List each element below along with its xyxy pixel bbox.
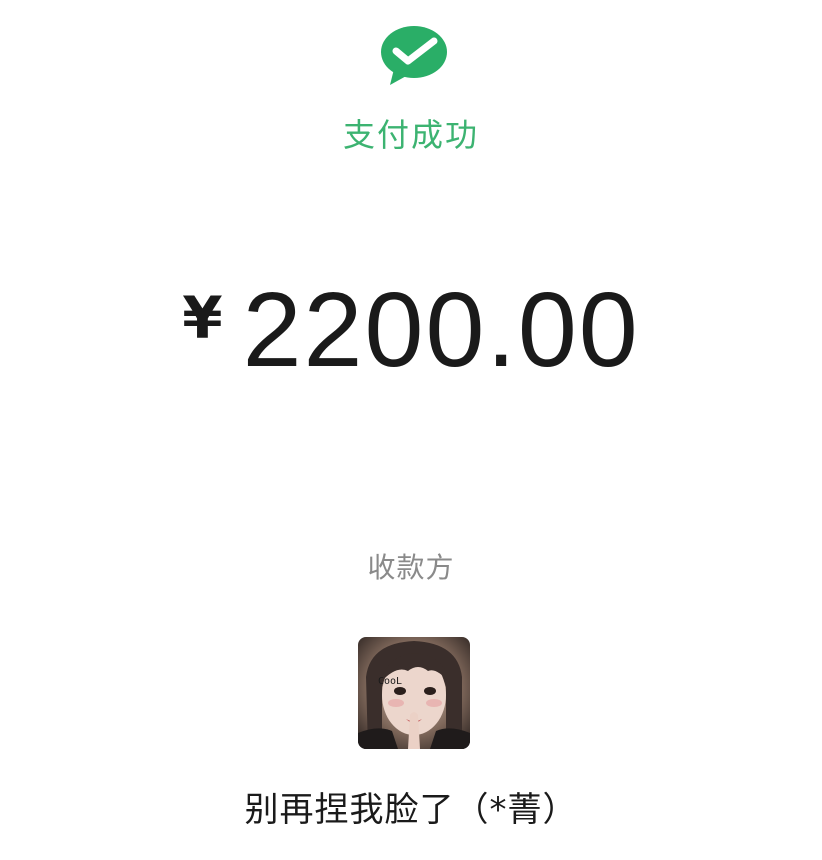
payee-avatar[interactable]: CooL [358,637,470,749]
wechat-pay-success-icon [381,26,447,85]
avatar-overlay-text: CooL [378,676,402,687]
payee-name: 别再捏我脸了（*菁） [244,790,578,830]
payment-success-screen: 支付成功 ¥2200.00 收款方 CooL 别再捏我脸了（*菁） [0,0,822,860]
payee-label: 收款方 [367,551,455,584]
currency-symbol: ¥ [182,284,223,352]
payment-status-text: 支付成功 [342,116,479,154]
payment-amount: ¥2200.00 [0,270,822,391]
amount-value: 2200.00 [242,271,640,389]
